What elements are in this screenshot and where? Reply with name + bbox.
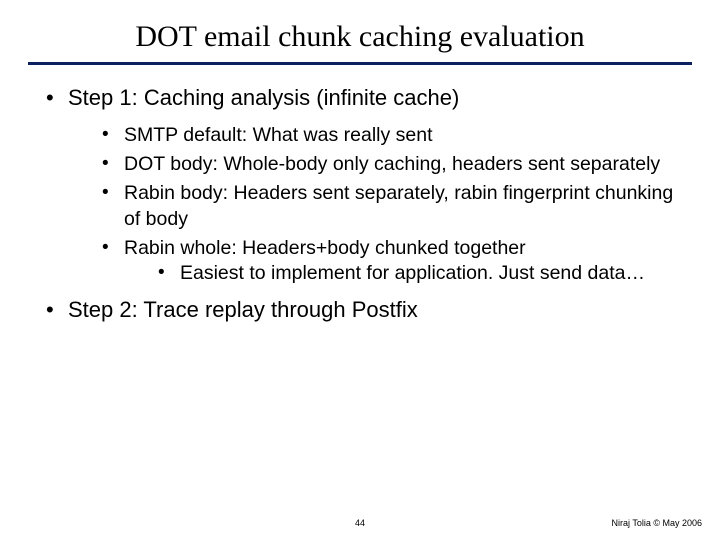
bullet-dotbody: DOT body: Whole-body only caching, heade… xyxy=(96,152,680,177)
content-area: Step 1: Caching analysis (infinite cache… xyxy=(0,83,720,324)
bullet-rabinwhole: Rabin whole: Headers+body chunked togeth… xyxy=(96,236,680,287)
bullet-rabinwhole-label: Rabin whole: Headers+body chunked togeth… xyxy=(124,237,526,259)
bullet-list: Step 1: Caching analysis (infinite cache… xyxy=(40,83,680,324)
bullet-step1-label: Step 1: Caching analysis (infinite cache… xyxy=(68,85,459,110)
slide-title: DOT email chunk caching evaluation xyxy=(0,0,720,62)
bullet-rabinbody: Rabin body: Headers sent separately, rab… xyxy=(96,181,680,232)
footer-right: Niraj Tolia © May 2006 xyxy=(611,518,702,528)
bullet-step1-sublist: SMTP default: What was really sent DOT b… xyxy=(68,123,680,287)
slide: DOT email chunk caching evaluation Step … xyxy=(0,0,720,540)
bullet-rabinwhole-sublist: Easiest to implement for application. Ju… xyxy=(124,261,680,286)
title-underline xyxy=(28,62,692,65)
bullet-step1: Step 1: Caching analysis (infinite cache… xyxy=(40,83,680,287)
bullet-smtp: SMTP default: What was really sent xyxy=(96,123,680,148)
bullet-step2: Step 2: Trace replay through Postfix xyxy=(40,295,680,325)
bullet-rabinwhole-sub: Easiest to implement for application. Ju… xyxy=(152,261,680,286)
